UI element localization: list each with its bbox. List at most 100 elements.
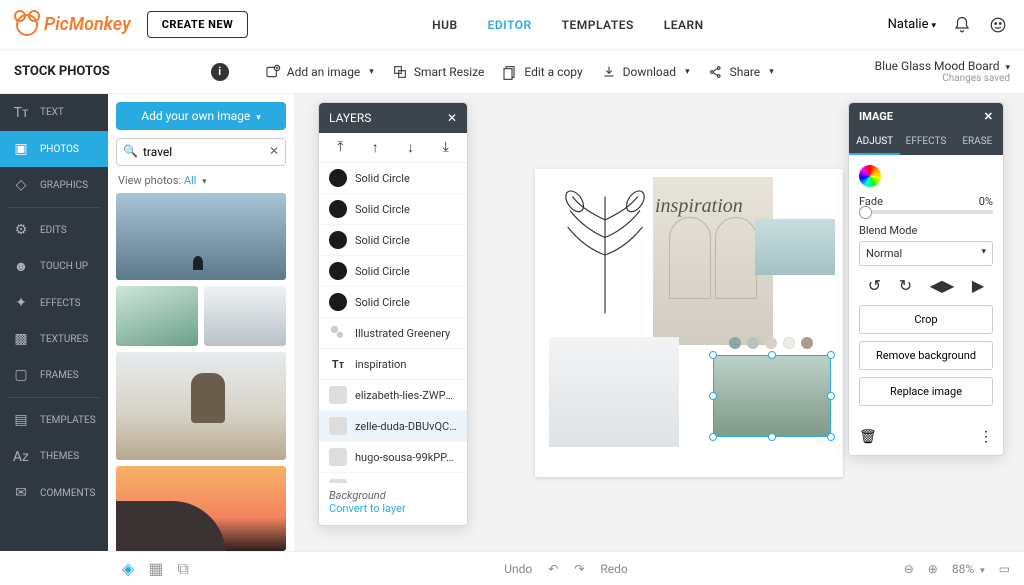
layer-label: elizabeth-lies-ZWPerNl… [355, 389, 457, 402]
zoom-out-button[interactable]: ⊖ [904, 562, 914, 576]
layer-row[interactable]: annie-spratt-FddqGrvw… [319, 473, 467, 483]
text-icon: Tᴛ [12, 104, 30, 121]
nav-learn[interactable]: LEARN [664, 18, 704, 32]
sidebar-item-themes[interactable]: AᴢTHEMES [0, 438, 108, 475]
more-icon[interactable]: ⋮ [979, 429, 993, 445]
layer-label: Solid Circle [355, 296, 410, 309]
zoom-in-button[interactable]: ⊕ [928, 562, 938, 576]
layer-row[interactable]: Solid Circle [319, 256, 467, 287]
convert-to-layer-link[interactable]: Convert to layer [329, 502, 457, 515]
chevron-down-icon: ▾ [981, 247, 986, 260]
download-button[interactable]: Download▾ [601, 64, 690, 80]
rotate-right-icon[interactable]: ↻ [899, 276, 912, 295]
bring-forward-icon[interactable]: ↑ [372, 139, 379, 156]
rotate-left-icon[interactable]: ↺ [868, 276, 881, 295]
stock-photo-thumb[interactable] [204, 286, 286, 346]
crop-button[interactable]: Crop [859, 305, 993, 334]
layer-row[interactable]: Illustrated Greenery [319, 318, 467, 349]
stock-photo-thumb[interactable] [116, 352, 286, 460]
bring-to-front-icon[interactable]: ⤒ [337, 139, 343, 156]
replace-image-button[interactable]: Replace image [859, 377, 993, 406]
nav-editor[interactable]: EDITOR [488, 18, 532, 32]
sidebar-item-edits[interactable]: ⚙EDITS [0, 212, 108, 248]
graphics-icon: ◇ [12, 177, 30, 193]
project-name[interactable]: Blue Glass Mood Board ▾ [875, 59, 1010, 73]
user-name: Natalie [888, 17, 929, 32]
add-own-image-button[interactable]: Add your own image ▾ [116, 102, 286, 130]
send-backward-icon[interactable]: ↓ [407, 139, 414, 156]
nav-templates[interactable]: TEMPLATES [562, 18, 634, 32]
stock-photo-thumb[interactable] [116, 193, 286, 280]
blend-mode-select[interactable]: Normal ▾ [859, 241, 993, 266]
canvas-color-dots[interactable] [729, 337, 813, 349]
layer-row[interactable]: hugo-sousa-99kPPJed… [319, 442, 467, 473]
tab-adjust[interactable]: ADJUST [849, 130, 900, 155]
layers-toggle-icon[interactable]: ◈ [122, 559, 134, 579]
send-to-back-icon[interactable]: ⤓ [443, 139, 449, 156]
delete-icon[interactable]: 🗑 [859, 429, 877, 445]
edit-copy-button[interactable]: Edit a copy [502, 64, 582, 80]
undo-button[interactable]: ↶ [548, 562, 558, 576]
user-menu[interactable]: Natalie▾ [888, 17, 936, 32]
pages-icon[interactable]: ⧉ [177, 559, 188, 579]
photo-search-input[interactable] [116, 138, 286, 166]
tab-effects[interactable]: EFFECTS [900, 130, 951, 155]
sidebar-item-frames[interactable]: ▢FRAMES [0, 357, 108, 393]
leaf-icon [329, 324, 347, 342]
layer-row[interactable]: elizabeth-lies-ZWPerNl… [319, 380, 467, 411]
touchup-icon: ☻ [12, 258, 30, 275]
sidebar-item-touchup[interactable]: ☻TOUCH UP [0, 248, 108, 285]
wand-icon: ✦ [12, 295, 30, 311]
add-image-button[interactable]: Add an image▾ [265, 64, 374, 80]
chevron-down-icon: ▾ [931, 21, 936, 31]
layer-row[interactable]: Solid Circle [319, 225, 467, 256]
sliders-icon: ⚙ [12, 222, 30, 238]
layer-row[interactable]: Solid Circle [319, 287, 467, 318]
flip-horizontal-icon[interactable]: ◀▶ [930, 276, 955, 295]
sidebar-item-photos[interactable]: ▣PHOTOS [0, 131, 108, 167]
sidebar-item-templates[interactable]: ▤TEMPLATES [0, 402, 108, 438]
clear-search-icon[interactable]: ✕ [269, 144, 279, 158]
stock-photo-thumb[interactable] [116, 466, 286, 551]
remove-background-button[interactable]: Remove background [859, 341, 993, 370]
sidebar-item-comments[interactable]: ✉COMMENTS [0, 475, 108, 511]
sidebar-item-graphics[interactable]: ◇GRAPHICS [0, 167, 108, 203]
sidebar-item-effects[interactable]: ✦EFFECTS [0, 285, 108, 321]
close-icon[interactable]: ✕ [447, 111, 457, 125]
create-new-button[interactable]: CREATE NEW [147, 11, 248, 38]
canvas-image-selected[interactable] [713, 355, 831, 437]
tab-erase[interactable]: ERASE [952, 130, 1003, 155]
canvas-image[interactable] [755, 219, 835, 275]
layer-label: inspiration [355, 358, 406, 371]
layer-row[interactable]: Solid Circle [319, 163, 467, 194]
close-icon[interactable]: ✕ [984, 110, 993, 123]
layer-row[interactable]: zelle-duda-DBUvQCYN… [319, 411, 467, 442]
flip-vertical-icon[interactable]: ▶ [972, 276, 984, 295]
view-photos-filter[interactable]: View photos: All ▾ [118, 174, 286, 187]
brand-logo[interactable]: PicMonkey [16, 14, 131, 36]
stock-photo-thumb[interactable] [116, 286, 198, 346]
artboard[interactable]: inspiration [535, 169, 843, 477]
smart-resize-button[interactable]: Smart Resize [392, 64, 485, 80]
canvas-text[interactable]: inspiration [655, 195, 743, 218]
redo-button[interactable]: ↷ [574, 562, 584, 576]
smiley-icon[interactable] [988, 15, 1008, 35]
grid-toggle-icon[interactable]: ▦ [148, 559, 163, 579]
notifications-icon[interactable] [952, 15, 972, 35]
info-icon[interactable]: i [211, 63, 229, 81]
fade-slider[interactable] [859, 210, 993, 214]
present-icon[interactable]: ▭ [999, 562, 1010, 576]
share-button[interactable]: Share▾ [708, 64, 774, 80]
color-picker[interactable] [859, 165, 881, 187]
canvas-illustration[interactable] [545, 185, 665, 325]
layer-label: zelle-duda-DBUvQCYN… [355, 420, 457, 433]
zoom-level[interactable]: 88% ▾ [952, 562, 985, 576]
layer-row[interactable]: Solid Circle [319, 194, 467, 225]
sidebar-item-text[interactable]: TᴛTEXT [0, 94, 108, 131]
chevron-down-icon: ▾ [769, 67, 774, 77]
nav-hub[interactable]: HUB [432, 18, 458, 32]
layer-row[interactable]: Tᴛinspiration [319, 349, 467, 380]
sidebar-item-textures[interactable]: ▩TEXTURES [0, 321, 108, 357]
chevron-down-icon: ▾ [369, 67, 374, 77]
canvas-image[interactable] [549, 337, 679, 447]
